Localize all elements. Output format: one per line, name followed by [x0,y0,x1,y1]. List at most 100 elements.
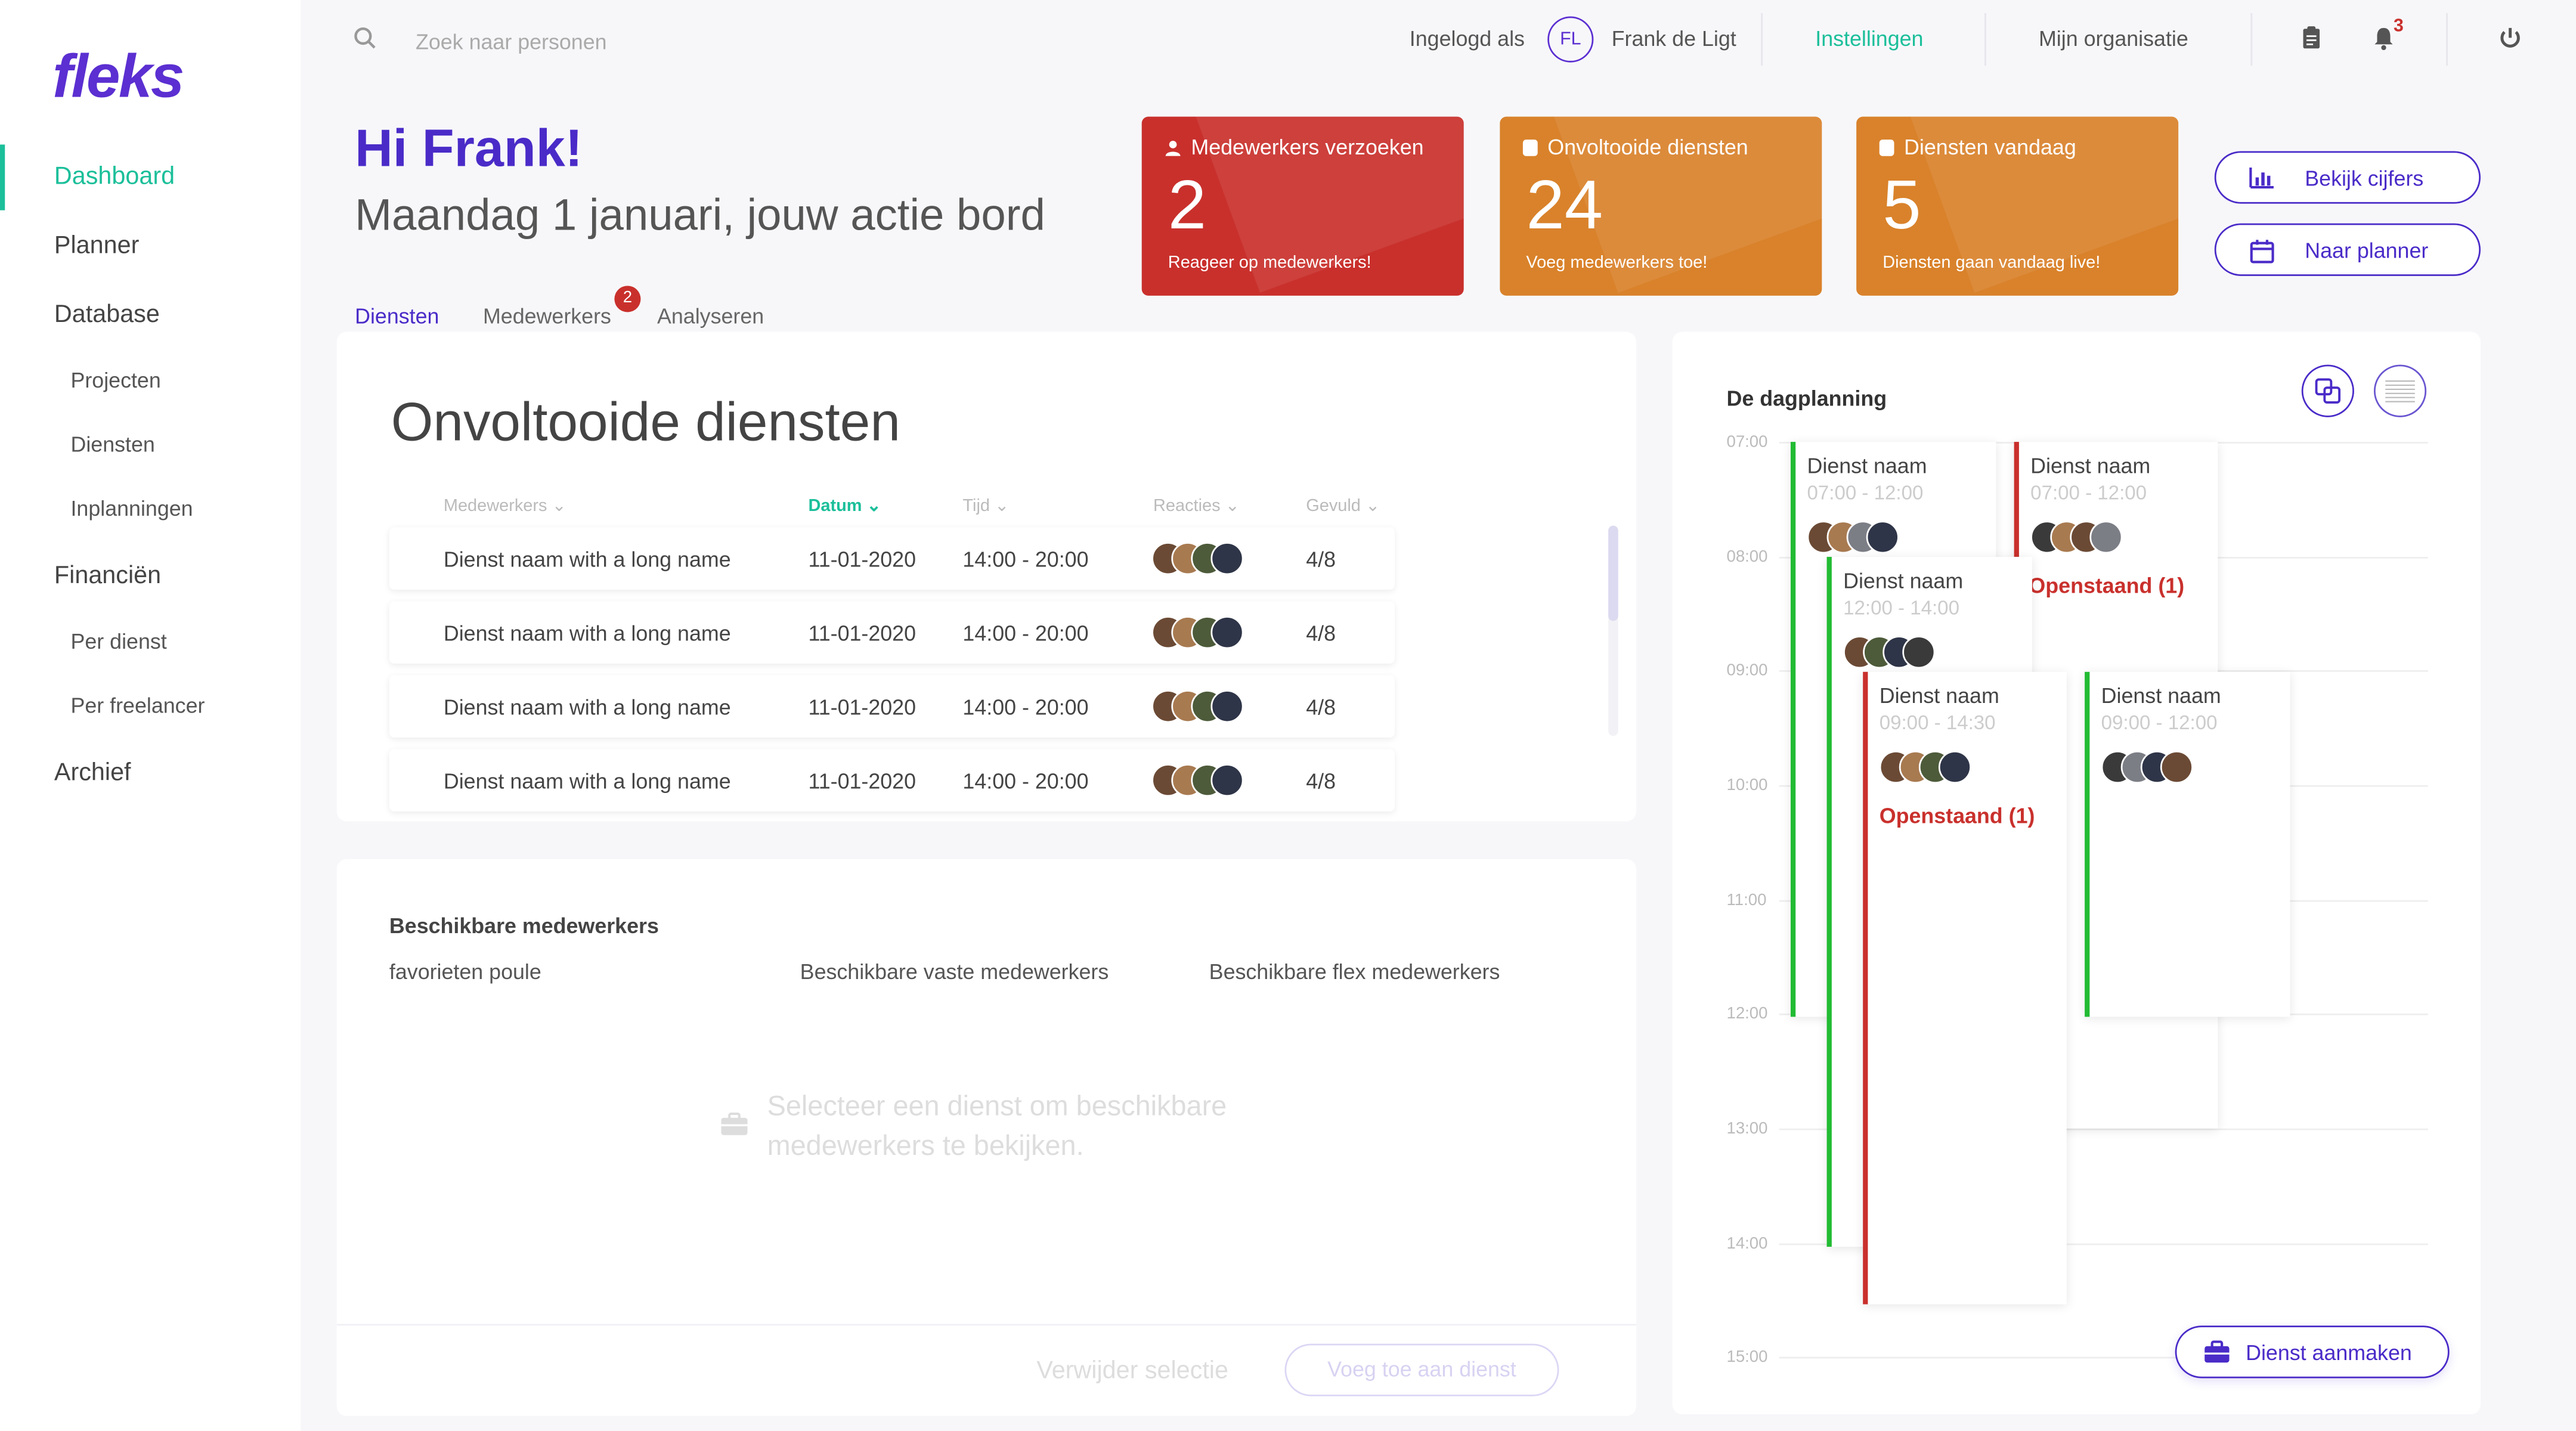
divider [1984,13,1986,66]
shift-name: Dienst naam [1807,453,1927,478]
view-figures-button[interactable]: Bekijk cijfers [2214,151,2481,204]
create-shift-button[interactable]: Dienst aanmaken [2175,1325,2450,1379]
status-bar [1863,671,1868,1305]
shift-time: 14:00 - 20:00 [962,547,1089,572]
shift-name: Dienst naam [1879,683,1999,708]
shift-name: Dienst naam with a long name [443,695,731,720]
to-planner-label: Naar planner [2305,238,2429,263]
view-figures-label: Bekijk cijfers [2305,166,2424,191]
shift-time: 14:00 - 20:00 [962,695,1089,720]
table-row[interactable]: Dienst naam with a long name 11-01-2020 … [389,749,1395,811]
create-shift-label: Dienst aanmaken [2246,1340,2412,1365]
topbar: Ingelogd als FL Frank de Ligt Instelling… [301,0,2576,82]
search-icon[interactable] [353,26,376,49]
shift-name: Dienst naam with a long name [443,621,731,646]
scrollbar-thumb[interactable] [1608,525,1618,621]
column-header-datum[interactable]: Datum ⌄ [808,496,881,516]
sidebar-item-financien[interactable]: Financiën [0,544,301,609]
greeting-title: Hi Frank! [355,118,583,178]
settings-link[interactable]: Instellingen [1815,26,1923,51]
open-positions: Openstaand (1) [1879,803,2035,828]
stat-card-requests[interactable]: Medewerkers verzoeken 2 Reageer op medew… [1141,116,1464,296]
flex-employees-column[interactable]: Beschikbare flex medewerkers [1209,959,1500,984]
user-avatar[interactable]: FL [1547,16,1594,63]
shift-block[interactable]: Dienst naam 09:00 - 14:30 Openstaand (1) [1863,671,2067,1305]
shift-name: Dienst naam [2030,453,2151,478]
bar-chart-icon [2249,168,2274,189]
avatar [1866,521,1899,554]
avatar [1210,690,1244,723]
stat-card-incomplete[interactable]: Onvoltooide diensten 24 Voeg medewerkers… [1500,116,1822,296]
search-input[interactable] [412,20,879,63]
avatar [2160,751,2193,784]
tab-diensten[interactable]: Diensten [355,304,439,336]
avatar [1902,636,1936,669]
sidebar-item-projecten[interactable]: Projecten [0,348,301,412]
organisation-link[interactable]: Mijn organisatie [2039,26,2188,51]
stat-number: 24 [1526,166,1603,243]
table-row[interactable]: Dienst naam with a long name 11-01-2020 … [389,601,1395,664]
to-planner-button[interactable]: Naar planner [2214,223,2481,276]
avatar [1210,764,1244,797]
empty-state-message: Selecteer een dienst om beschikbare medew… [767,1091,1227,1161]
remove-selection-button[interactable]: Verwijder selectie [1036,1357,1228,1385]
sidebar-item-planner[interactable]: Planner [0,213,301,279]
shift-name: Dienst naam with a long name [443,547,731,572]
clipboard-icon[interactable] [2298,24,2324,51]
list-view-button[interactable] [2373,364,2427,417]
shift-date: 11-01-2020 [808,621,917,646]
shift-date: 11-01-2020 [808,547,917,572]
shift-date: 11-01-2020 [808,695,917,720]
fixed-employees-column[interactable]: Beschikbare vaste medewerkers [800,959,1109,984]
shift-filled: 4/8 [1306,769,1336,794]
hour-label: 07:00 [1726,433,1768,452]
sidebar-item-per-freelancer[interactable]: Per freelancer [0,674,301,738]
stat-subtitle: Diensten gaan vandaag live! [1883,253,2101,273]
status-bar [1826,556,1832,1247]
logged-in-label: Ingelogd als [1409,26,1525,51]
column-header-medewerkers[interactable]: Medewerkers ⌄ [444,496,566,516]
overlap-view-button[interactable] [2301,364,2354,417]
stat-title: Medewerkers verzoeken [1191,134,1424,160]
add-to-shift-button[interactable]: Voeg toe aan dienst [1284,1343,1559,1396]
power-icon[interactable] [2497,24,2524,51]
shift-block[interactable]: Dienst naam 09:00 - 12:00 [2085,671,2290,1017]
divider [2250,13,2253,66]
hour-label: 09:00 [1726,662,1768,680]
user-name[interactable]: Frank de Ligt [1612,26,1736,51]
shift-time: 12:00 - 14:00 [1843,596,1959,620]
favorites-pool-column[interactable]: favorieten poule [389,959,541,984]
sidebar-nav: Dashboard Planner Database Projecten Die… [0,144,301,806]
bell-icon[interactable] [2370,24,2397,51]
column-header-gevuld[interactable]: Gevuld ⌄ [1306,496,1380,516]
column-header-reacties[interactable]: Reacties ⌄ [1153,496,1240,516]
sidebar-item-inplanningen[interactable]: Inplanningen [0,476,301,540]
lines-icon [2385,380,2415,402]
section-title: Beschikbare medewerkers [389,913,659,938]
stat-card-today[interactable]: Diensten vandaag 5 Diensten gaan vandaag… [1856,116,2179,296]
shift-time: 07:00 - 12:00 [2030,481,2147,504]
status-bar [2014,442,2019,557]
divider [2446,13,2448,66]
sidebar-item-database[interactable]: Database [0,283,301,348]
column-header-tijd[interactable]: Tijd ⌄ [962,496,1009,516]
sidebar-item-archief[interactable]: Archief [0,741,301,807]
person-icon [1165,141,1181,156]
sidebar-item-dashboard[interactable]: Dashboard [0,144,301,210]
briefcase-icon [2205,1340,2230,1363]
sidebar-item-per-dienst[interactable]: Per dienst [0,609,301,673]
table-row[interactable]: Dienst naam with a long name 11-01-2020 … [389,675,1395,738]
overlap-icon [2315,378,2341,404]
status-bar [2085,671,2090,1017]
sidebar-item-diensten[interactable]: Diensten [0,413,301,476]
tab-medewerkers[interactable]: Medewerkers [483,304,611,329]
day-planning-title: De dagplanning [1726,386,1887,411]
stat-title: Onvoltooide diensten [1547,134,1748,160]
sidebar: fleks Dashboard Planner Database Project… [0,0,301,1431]
calendar-icon [2250,240,2274,264]
avatar [1210,616,1244,649]
tab-analyseren[interactable]: Analyseren [657,304,764,329]
table-row[interactable]: Dienst naam with a long name 11-01-2020 … [389,527,1395,590]
shift-name: Dienst naam [2101,683,2221,708]
fleks-logo[interactable]: fleks [52,43,184,112]
